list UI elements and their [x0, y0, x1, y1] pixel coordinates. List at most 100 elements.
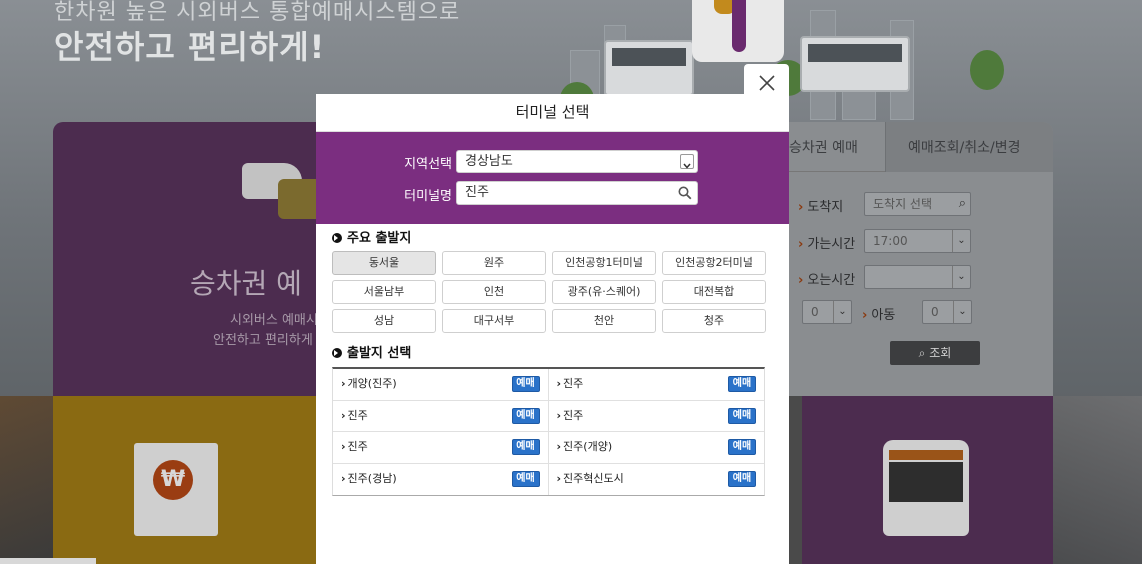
hero-slogan-line2: 안전하고 편리하게! [54, 28, 326, 66]
search-icon[interactable] [678, 186, 692, 200]
ticket-panel-subtitle: 시외버스 예매시 [230, 313, 318, 328]
chevron-right-icon: › [341, 408, 346, 422]
terminal-filter-panel: 지역선택 경상남도 터미널명 진주 [316, 132, 789, 224]
ticket-hand-icon [242, 163, 326, 223]
tab-ticket-booking-label: 승차권 예매 [789, 140, 858, 156]
departure-item[interactable]: › 진주(경남) 예매 [333, 463, 549, 495]
major-terminal-grid: 동서울 원주 인천공항1터미널 인천공항2터미널 서울남부 인천 광주(유·스퀘… [332, 251, 773, 333]
terminal-name-label: 터미널명 [404, 189, 452, 204]
search-icon: ⌕ [918, 346, 930, 360]
departure-item[interactable]: › 진주 예매 [549, 369, 765, 400]
major-terminal-button[interactable]: 인천공항1터미널 [552, 251, 656, 275]
departure-item[interactable]: › 진주(개양) 예매 [549, 432, 765, 463]
departure-select-title: 출발지 선택 [347, 346, 412, 361]
major-departures-heading: 주요 출발지 [332, 231, 411, 247]
floating-panel-edge [0, 558, 96, 564]
search-button-label: 조회 [929, 346, 952, 360]
departure-name: 진주 [563, 377, 584, 390]
major-terminal-button[interactable]: 대전복합 [662, 280, 766, 304]
search-button[interactable]: ⌕ 조회 [890, 341, 980, 365]
child-count-select[interactable]: 0 ⌄ [922, 300, 972, 324]
reserve-button[interactable]: 예매 [511, 407, 540, 424]
bullet-arrow-icon [332, 233, 342, 243]
departure-name: 진주 [347, 408, 368, 422]
chevron-right-icon: › [556, 440, 562, 453]
departure-name: 진주혁신도시 [563, 471, 624, 485]
chevron-down-icon: ⌄ [952, 266, 970, 288]
departure-name: 개양(진주) [347, 377, 397, 390]
bus-icon [883, 440, 969, 536]
departure-item[interactable]: › 진주혁신도시 예매 [549, 464, 765, 496]
reserve-button[interactable]: 예매 [728, 376, 756, 392]
major-terminal-button[interactable]: 청주 [662, 309, 766, 333]
modal-title: 터미널 선택 [316, 94, 789, 132]
reserve-button[interactable]: 예매 [728, 439, 756, 455]
arrival-field[interactable]: 도착지 선택 ⌕ [864, 192, 971, 216]
table-row: › 진주 예매 › 진주 예매 [333, 400, 765, 432]
departure-item[interactable]: › 진주 예매 [333, 432, 549, 463]
chevron-down-icon [680, 154, 694, 169]
chevron-right-icon: › [341, 377, 346, 390]
major-terminal-button[interactable]: 인천공항2터미널 [662, 251, 766, 275]
terminal-select-modal: 터미널 선택 지역선택 경상남도 터미널명 진주 주요 출발지 동서울 원주 인… [316, 94, 789, 564]
child-label: 아동 [862, 304, 895, 323]
reserve-button[interactable]: 예매 [511, 470, 540, 487]
chevron-right-icon: › [341, 471, 346, 485]
departure-time-value: 17:00 [873, 234, 908, 248]
departure-item[interactable]: › 진주 예매 [549, 401, 765, 432]
table-row: › 진주 예매 › 진주(개양) 예매 [333, 432, 764, 464]
departure-select-heading: 출발지 선택 [332, 346, 411, 362]
region-value: 경상남도 [465, 154, 513, 169]
departure-time-select[interactable]: 17:00 ⌄ [864, 229, 971, 253]
departure-table: › 개양(진주) 예매 › 진주 예매 › 진주 예매 › 진주 예매 › 진주 예매 › 진주(개양… [332, 367, 765, 496]
departure-name: 진주 [347, 440, 368, 453]
major-terminal-button[interactable]: 동서울 [332, 251, 436, 275]
reserve-button[interactable]: 예매 [511, 376, 540, 392]
photo-tile [0, 396, 53, 564]
bus-illustration [604, 40, 694, 96]
adult-count-value: 0 [811, 305, 819, 319]
won-icon: ₩ [153, 460, 193, 500]
major-departures-title: 주요 출발지 [347, 231, 412, 246]
major-terminal-button[interactable]: 성남 [332, 309, 436, 333]
major-terminal-button[interactable]: 천안 [552, 309, 656, 333]
chevron-right-icon: › [556, 408, 562, 422]
chevron-right-icon: › [341, 440, 346, 453]
departure-item[interactable]: › 진주 예매 [333, 400, 549, 431]
photo-tile [1053, 396, 1142, 564]
chevron-down-icon: ⌄ [953, 301, 971, 323]
table-row: › 진주(경남) 예매 › 진주혁신도시 예매 [333, 463, 765, 496]
chevron-down-icon: ⌄ [833, 301, 851, 323]
child-count-value: 0 [931, 305, 939, 319]
major-terminal-button[interactable]: 원주 [442, 251, 546, 275]
major-terminal-button[interactable]: 서울남부 [332, 280, 436, 304]
reserve-button[interactable]: 예매 [511, 439, 540, 455]
major-terminal-button[interactable]: 광주(유·스퀘어) [552, 280, 656, 304]
chevron-right-icon: › [556, 377, 562, 390]
departure-name: 진주(개양) [563, 440, 613, 453]
adult-count-select[interactable]: 0 ⌄ [802, 300, 852, 324]
close-icon [759, 75, 775, 91]
major-terminal-button[interactable]: 대구서부 [442, 309, 546, 333]
region-label: 지역선택 [404, 157, 452, 172]
arrival-placeholder: 도착지 선택 [873, 197, 933, 211]
departure-item[interactable]: › 개양(진주) 예매 [333, 369, 549, 400]
region-select[interactable]: 경상남도 [456, 150, 698, 173]
return-time-select[interactable]: ⌄ [864, 265, 971, 289]
major-terminal-button[interactable]: 인천 [442, 280, 546, 304]
bus-illustration [800, 36, 910, 92]
reserve-button[interactable]: 예매 [728, 407, 756, 424]
return-time-label: 오는시간 [798, 269, 855, 288]
arrival-label: 도착지 [798, 196, 843, 215]
chevron-right-icon: › [556, 471, 562, 485]
terminal-search-value: 진주 [465, 185, 489, 200]
departure-time-label: 가는시간 [798, 233, 855, 252]
terminal-search-input[interactable]: 진주 [456, 181, 698, 205]
bullet-arrow-icon [332, 348, 342, 358]
search-icon: ⌕ [958, 196, 966, 211]
departure-name: 진주 [563, 408, 584, 422]
chevron-down-icon: ⌄ [952, 230, 970, 252]
ticket-panel-subtitle: 안전하고 편리하게 [213, 333, 313, 348]
reserve-button[interactable]: 예매 [728, 470, 756, 487]
table-row: › 개양(진주) 예매 › 진주 예매 [333, 369, 764, 401]
